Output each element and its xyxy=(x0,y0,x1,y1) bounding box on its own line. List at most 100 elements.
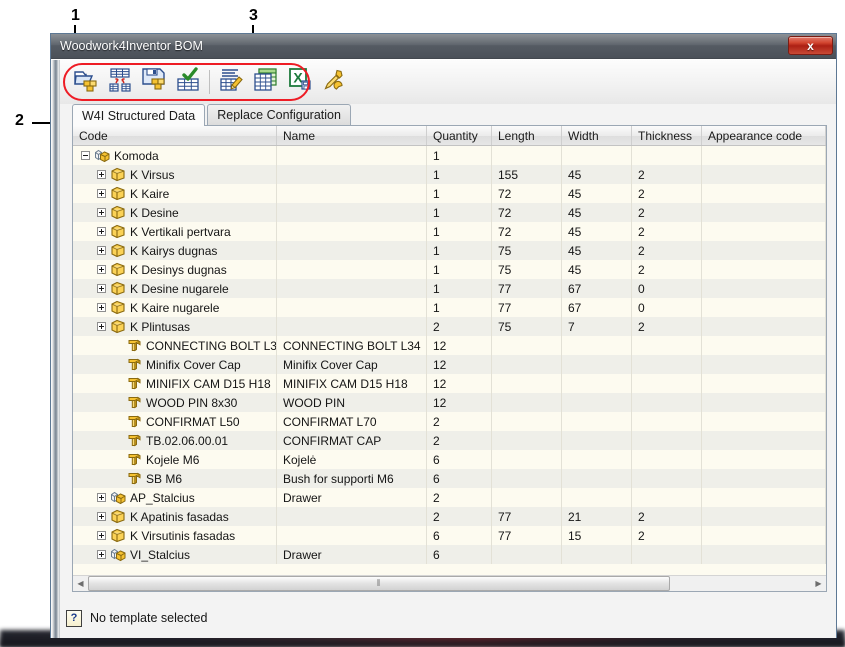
report-table-button[interactable] xyxy=(250,67,281,98)
expand-node-icon[interactable] xyxy=(97,550,106,559)
cell-length xyxy=(492,355,562,374)
table-row[interactable]: K Virsus 1 155 45 2 xyxy=(73,165,826,184)
table-row[interactable]: K Desinys dugnas 1 75 45 2 xyxy=(73,260,826,279)
cell-thickness xyxy=(632,336,702,355)
cell-code-label: AP_Stalcius xyxy=(130,490,195,505)
scroll-right-arrow[interactable]: ▶ xyxy=(811,576,826,591)
cell-length: 75 xyxy=(492,260,562,279)
cell-length xyxy=(492,336,562,355)
scrollbar-track[interactable]: ⦀ xyxy=(88,576,811,591)
column-header-name[interactable]: Name xyxy=(277,126,427,145)
client-inner: X W4I Structured Data Replace Configurat… xyxy=(60,60,836,638)
table-row[interactable]: CONFIRMAT L50 CONFIRMAT L70 2 xyxy=(73,412,826,431)
cell-name: MINIFIX CAM D15 H18 xyxy=(277,374,427,393)
cell-width: 7 xyxy=(562,317,632,336)
scroll-left-arrow[interactable]: ◀ xyxy=(73,576,88,591)
cell-width: 67 xyxy=(562,279,632,298)
cell-thickness: 2 xyxy=(632,222,702,241)
table-row[interactable]: K Desine 1 72 45 2 xyxy=(73,203,826,222)
cell-quantity: 6 xyxy=(427,469,492,488)
cell-code: K Kairys dugnas xyxy=(73,241,277,260)
table-row[interactable]: K Kaire 1 72 45 2 xyxy=(73,184,826,203)
apply-check-button[interactable] xyxy=(172,66,203,98)
cell-name: Drawer xyxy=(277,488,427,507)
expand-node-icon[interactable] xyxy=(97,284,106,293)
cell-name xyxy=(277,526,427,545)
table-row[interactable]: K Virsutinis fasadas 6 77 15 2 xyxy=(73,526,826,545)
collapse-node-icon[interactable] xyxy=(81,151,90,160)
cell-name: CONFIRMAT CAP xyxy=(277,431,427,450)
edit-template-button[interactable] xyxy=(216,67,247,98)
expand-node-icon[interactable] xyxy=(97,322,106,331)
column-header-thickness[interactable]: Thickness xyxy=(632,126,702,145)
column-header-width[interactable]: Width xyxy=(562,126,632,145)
expand-node-icon[interactable] xyxy=(97,246,106,255)
column-header-quantity[interactable]: Quantity xyxy=(427,126,492,145)
expand-node-icon[interactable] xyxy=(97,189,106,198)
help-icon[interactable]: ? xyxy=(66,609,82,627)
assembly-icon xyxy=(94,148,110,163)
table-row[interactable]: K Plintusas 2 75 7 2 xyxy=(73,317,826,336)
table-row[interactable]: K Kaire nugarele 1 77 67 0 xyxy=(73,298,826,317)
cell-code: WOOD PIN 8x30 xyxy=(73,393,277,412)
grid-body[interactable]: Komoda 1 K Virsus 1 155 45 2 K Kaire 1 72 45 2 K Des… xyxy=(73,146,826,575)
tab-replace-configuration[interactable]: Replace Configuration xyxy=(207,104,351,125)
horizontal-scrollbar[interactable]: ◀ ⦀ ▶ xyxy=(73,575,826,591)
table-row[interactable]: K Kairys dugnas 1 75 45 2 xyxy=(73,241,826,260)
scrollbar-thumb[interactable]: ⦀ xyxy=(88,576,670,591)
column-header-appearance[interactable]: Appearance code xyxy=(702,126,826,145)
open-bom-button[interactable] xyxy=(70,67,101,98)
expand-node-icon[interactable] xyxy=(97,208,106,217)
close-button[interactable]: x xyxy=(788,36,833,55)
settings-button[interactable] xyxy=(318,67,349,98)
column-header-code[interactable]: Code xyxy=(73,126,277,145)
window-title: Woodwork4Inventor BOM xyxy=(60,39,203,53)
expand-node-icon[interactable] xyxy=(97,265,106,274)
collapse-expand-button[interactable] xyxy=(104,67,135,98)
table-row[interactable]: MINIFIX CAM D15 H18 MINIFIX CAM D15 H18 12 xyxy=(73,374,826,393)
table-row[interactable]: SB M6 Bush for supporti M6 6 xyxy=(73,469,826,488)
cell-code-label: K Desine xyxy=(130,205,179,220)
expand-node-icon[interactable] xyxy=(97,493,106,502)
grid-header-row: Code Name Quantity Length Width Thicknes… xyxy=(73,126,826,146)
table-row[interactable]: VI_Stalcius Drawer 6 xyxy=(73,545,826,564)
table-row[interactable]: AP_Stalcius Drawer 2 xyxy=(73,488,826,507)
table-row[interactable]: Komoda 1 xyxy=(73,146,826,165)
expand-node-icon[interactable] xyxy=(97,531,106,540)
export-excel-button[interactable]: X xyxy=(284,67,315,98)
cell-length: 72 xyxy=(492,203,562,222)
cell-thickness xyxy=(632,393,702,412)
table-row[interactable]: CONNECTING BOLT L34 CONNECTING BOLT L34 12 xyxy=(73,336,826,355)
panel-icon xyxy=(110,262,126,277)
cell-name xyxy=(277,279,427,298)
table-row[interactable]: K Vertikali pertvara 1 72 45 2 xyxy=(73,222,826,241)
scrollbar-grip: ⦀ xyxy=(376,578,382,588)
cell-appearance xyxy=(702,355,826,374)
table-row[interactable]: WOOD PIN 8x30 WOOD PIN 12 xyxy=(73,393,826,412)
expand-node-icon[interactable] xyxy=(97,170,106,179)
cell-code: CONNECTING BOLT L34 xyxy=(73,336,277,355)
expand-node-icon[interactable] xyxy=(97,227,106,236)
cell-length: 77 xyxy=(492,298,562,317)
cell-thickness xyxy=(632,545,702,564)
table-row[interactable]: TB.02.06.00.01 CONFIRMAT CAP 2 xyxy=(73,431,826,450)
cell-length: 77 xyxy=(492,507,562,526)
cell-code: K Kaire nugarele xyxy=(73,298,277,317)
cell-code-label: K Vertikali pertvara xyxy=(130,224,231,239)
table-row[interactable]: K Apatinis fasadas 2 77 21 2 xyxy=(73,507,826,526)
expand-node-icon[interactable] xyxy=(97,303,106,312)
table-row[interactable]: Kojele M6 Kojelė 6 xyxy=(73,450,826,469)
cell-code-label: Minifix Cover Cap xyxy=(146,357,241,372)
table-row[interactable]: Minifix Cover Cap Minifix Cover Cap 12 xyxy=(73,355,826,374)
hardware-icon xyxy=(126,395,142,410)
window-titlebar[interactable]: Woodwork4Inventor BOM x xyxy=(51,34,836,59)
cell-thickness xyxy=(632,412,702,431)
save-bom-button[interactable] xyxy=(138,67,169,98)
expand-node-icon[interactable] xyxy=(97,512,106,521)
hardware-icon xyxy=(126,452,142,467)
column-header-length[interactable]: Length xyxy=(492,126,562,145)
table-row[interactable]: K Desine nugarele 1 77 67 0 xyxy=(73,279,826,298)
cell-thickness: 2 xyxy=(632,317,702,336)
cell-thickness xyxy=(632,469,702,488)
tab-structured-data[interactable]: W4I Structured Data xyxy=(72,104,206,126)
